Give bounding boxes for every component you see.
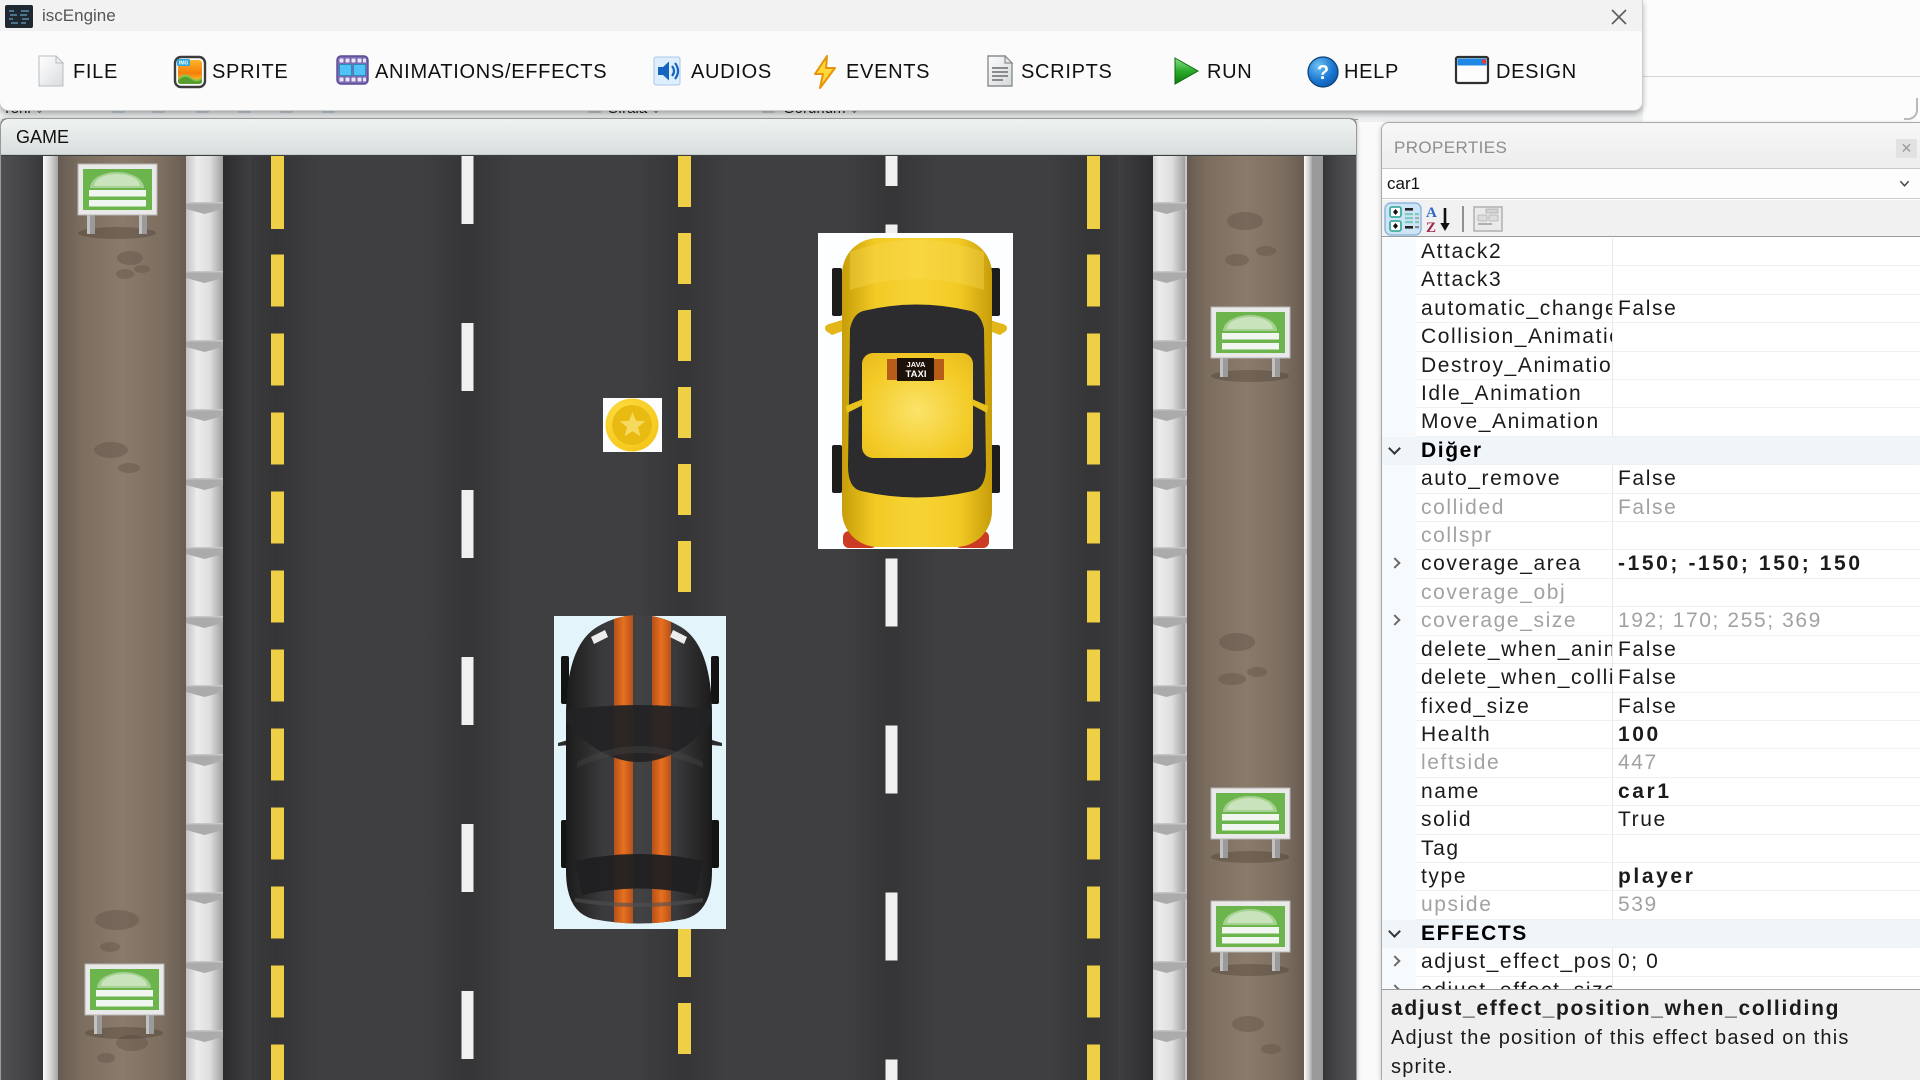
svg-text:A: A [1426, 205, 1437, 221]
svg-text:IMG: IMG [179, 61, 189, 67]
svg-text:JAVA: JAVA [907, 360, 926, 369]
svg-text:?: ? [1317, 62, 1329, 84]
svg-text:TAXI: TAXI [906, 369, 927, 380]
svg-text:Z: Z [1426, 220, 1436, 236]
